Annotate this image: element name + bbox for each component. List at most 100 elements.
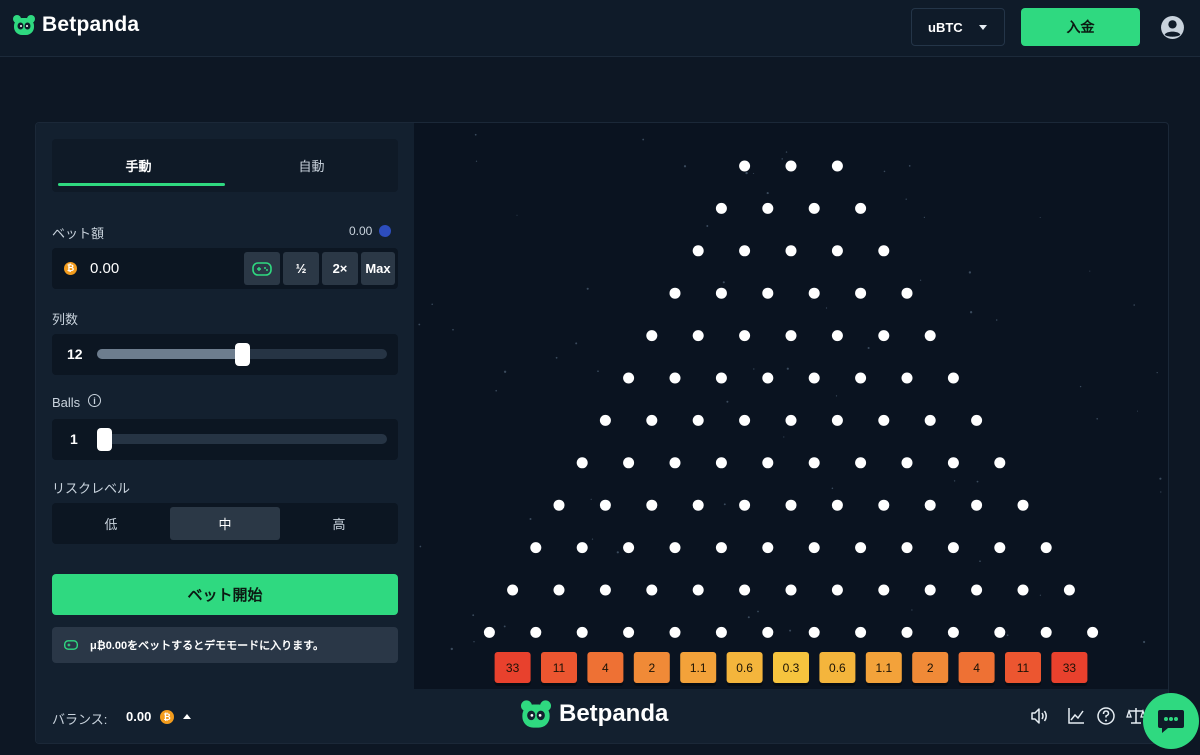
start-bet-button[interactable]: ベット開始	[52, 574, 398, 615]
panda-icon	[521, 700, 551, 728]
plinko-peg	[739, 245, 751, 257]
plinko-peg	[831, 414, 843, 426]
multiplier-label: 2	[927, 661, 934, 675]
plinko-peg	[924, 499, 936, 511]
background-star	[919, 279, 922, 281]
background-star	[723, 503, 726, 506]
plinko-board: 33 11 4 2 1.1 0.6 0.3 0.6 1.1 2 4 11 33	[418, 133, 1162, 686]
plinko-peg	[715, 287, 727, 299]
plinko-peg	[878, 245, 890, 257]
background-star	[745, 171, 748, 175]
plinko-peg	[855, 372, 867, 384]
plinko-peg	[692, 330, 704, 342]
risk-option-low[interactable]: 低	[56, 507, 166, 540]
background-star	[473, 641, 475, 643]
plinko-peg	[623, 626, 635, 638]
plinko-peg	[762, 372, 774, 384]
bet-amount-field: ₿ 0.00 ½ 2× Max	[52, 248, 398, 289]
background-star	[1160, 491, 1162, 493]
rows-label: 列数	[52, 312, 79, 327]
background-star	[1136, 410, 1139, 412]
risk-level-label: リスクレベル	[52, 481, 131, 496]
background-star	[976, 480, 979, 483]
background-star	[722, 281, 725, 284]
plinko-peg	[507, 584, 519, 596]
background-star	[757, 610, 759, 613]
footer-brand-name: Betpanda	[559, 700, 669, 727]
background-star	[785, 151, 788, 153]
help-icon[interactable]	[1096, 706, 1116, 726]
plinko-peg	[947, 372, 959, 384]
stats-chart-icon[interactable]	[1066, 706, 1086, 726]
background-star	[753, 172, 755, 175]
multiplier-slot: 11	[1005, 652, 1041, 686]
bet-amount-input[interactable]: 0.00	[90, 260, 119, 277]
background-star	[969, 311, 973, 314]
currency-label: uBTC	[928, 19, 963, 35]
background-star	[1039, 594, 1041, 596]
half-bet-button[interactable]: ½	[283, 252, 319, 285]
chevron-up-icon[interactable]	[183, 714, 191, 719]
plinko-peg	[715, 457, 727, 469]
plinko-peg	[901, 542, 913, 554]
background-star	[1143, 640, 1146, 644]
multiplier-label: 1.1	[875, 661, 892, 675]
risk-option-medium[interactable]: 中	[170, 507, 280, 540]
plinko-peg	[924, 414, 936, 426]
background-star	[597, 370, 599, 373]
plinko-peg	[599, 584, 611, 596]
bitcoin-icon: ₿	[64, 262, 77, 275]
plinko-peg	[623, 372, 635, 384]
deposit-button[interactable]: 入金	[1021, 8, 1140, 46]
plinko-peg	[739, 330, 751, 342]
balls-slider-field: 1	[52, 419, 398, 460]
background-star	[753, 368, 755, 370]
plinko-peg	[1040, 542, 1052, 554]
multiplier-label: 0.6	[736, 661, 753, 675]
plinko-peg	[855, 202, 867, 214]
background-star	[995, 319, 998, 321]
plinko-peg	[808, 457, 820, 469]
demo-mode-text: μ₿0.00をベットするとデモモードに入ります。	[90, 640, 325, 652]
balls-slider-track[interactable]	[97, 434, 387, 444]
currency-select[interactable]: uBTC	[911, 8, 1005, 46]
plinko-peg	[646, 414, 658, 426]
background-star	[908, 165, 911, 167]
plinko-peg	[855, 626, 867, 638]
risk-level-selector: 低 中 高	[52, 503, 398, 544]
background-star	[831, 487, 834, 490]
bet-amount-label: ベット額	[52, 226, 105, 241]
multiplier-slot: 0.6	[726, 652, 763, 686]
plinko-peg	[831, 584, 843, 596]
tab-auto[interactable]: 自動	[225, 139, 398, 192]
balls-slider-thumb[interactable]	[97, 428, 112, 451]
active-tab-indicator	[58, 183, 225, 186]
plinko-peg	[855, 542, 867, 554]
brand-logo[interactable]: Betpanda	[12, 13, 139, 37]
background-star	[953, 480, 956, 482]
plinko-peg	[901, 457, 913, 469]
plinko-peg	[762, 202, 774, 214]
plinko-peg	[1040, 626, 1052, 638]
plinko-peg	[947, 457, 959, 469]
background-star	[1006, 634, 1009, 637]
plinko-peg	[947, 626, 959, 638]
background-star	[431, 303, 433, 305]
plinko-peg	[971, 414, 983, 426]
mode-tabs: 手動 自動	[52, 139, 398, 192]
volume-icon[interactable]	[1029, 706, 1049, 726]
double-bet-button[interactable]: 2×	[322, 252, 358, 285]
rows-slider-thumb[interactable]	[235, 343, 250, 366]
risk-option-high[interactable]: 高	[284, 507, 394, 540]
info-icon[interactable]: i	[88, 394, 101, 407]
user-avatar-icon[interactable]	[1160, 15, 1185, 40]
background-star	[923, 216, 926, 219]
multiplier-slot: 4	[587, 652, 624, 686]
max-bet-button[interactable]: Max	[361, 252, 395, 285]
plinko-peg	[739, 499, 751, 511]
background-star	[1079, 385, 1082, 388]
plinko-peg	[971, 499, 983, 511]
demo-gamepad-button[interactable]	[244, 252, 280, 285]
plinko-peg	[692, 499, 704, 511]
live-chat-button[interactable]	[1143, 693, 1199, 749]
